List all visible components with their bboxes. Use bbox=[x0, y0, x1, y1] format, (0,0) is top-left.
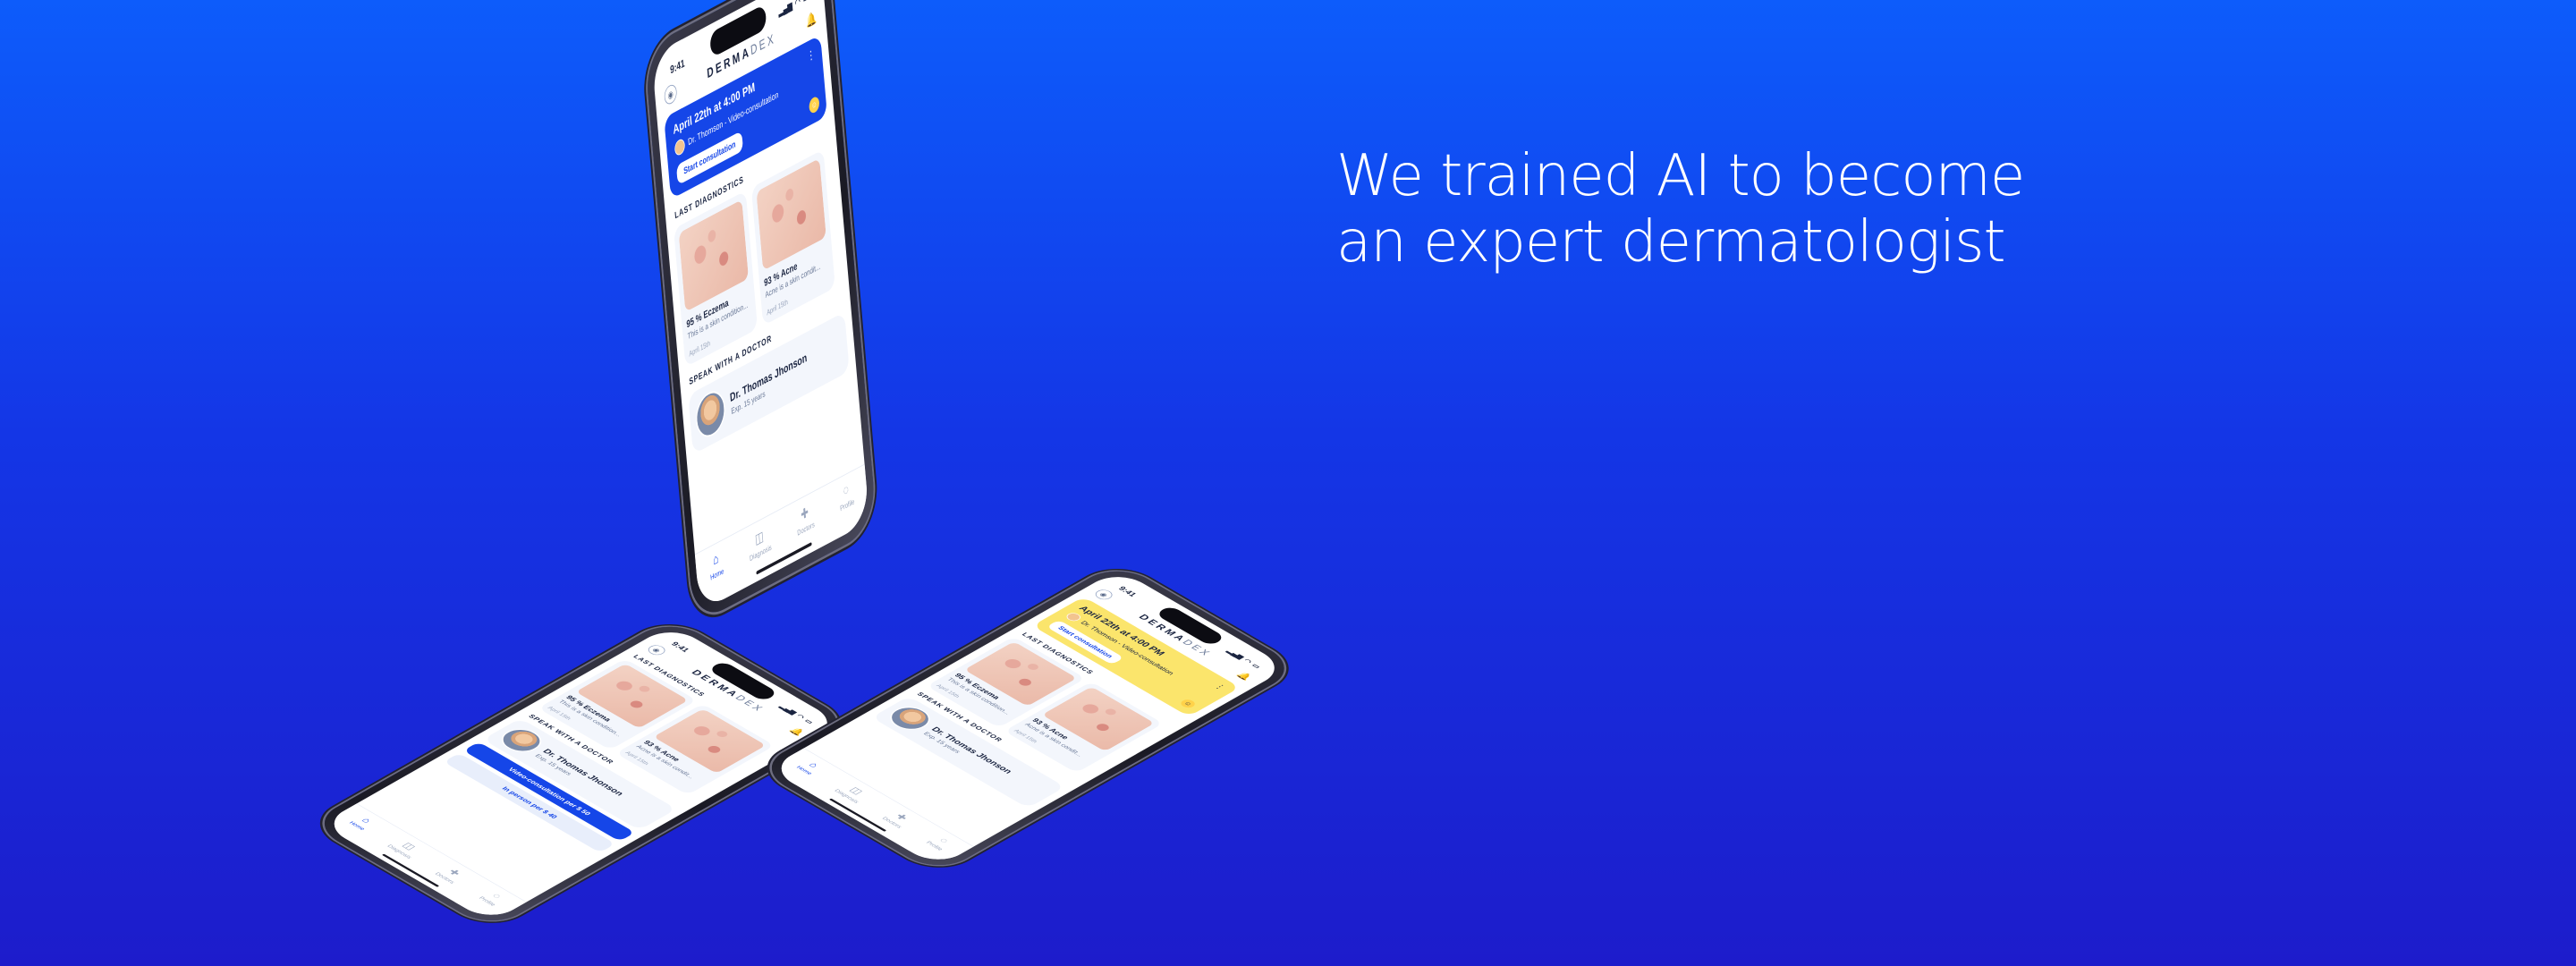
bell-icon[interactable]: 🔔 bbox=[1234, 671, 1254, 682]
user-icon: ◌ bbox=[936, 836, 951, 845]
home-icon: ⌂ bbox=[359, 816, 374, 825]
doctor-avatar bbox=[694, 385, 727, 444]
phone-screen: 9:41 ▂▄▆ ◠ ▭ ◉ DERMADEX 🔔 April 22th at … bbox=[767, 569, 1289, 868]
hero-banner: We trained AI to become an expert dermat… bbox=[0, 0, 2576, 966]
tab-bar: ⌂ Home ◫ Diagnosis ✚ Doctors ◌ Profile bbox=[320, 803, 527, 923]
tab-profile[interactable]: ◌ Profile bbox=[911, 834, 955, 860]
tab-bar: ⌂ Home ◫ Diagnosis ✚ Doctors ◌ Profile bbox=[767, 748, 974, 868]
phone-screen: 9:41 ▂▄▆ ◠ ▭ ◉ DERMADEX 🔔 April 22th at … bbox=[651, 0, 870, 613]
tab-home[interactable]: ⌂ Home bbox=[708, 549, 726, 605]
phone-mockup-center: 9:41 ▂▄▆ ◠ ▭ ◉ DERMADEX 🔔 April 22th at … bbox=[644, 0, 877, 626]
camera-icon: ◫ bbox=[754, 529, 765, 548]
tab-bar: ⌂ Home ◫ Diagnosis ✚ Doctors ◌ Profile bbox=[694, 463, 870, 612]
battery-icon: ▭ bbox=[1250, 662, 1263, 670]
tab-diagnosis[interactable]: ◫ Diagnosis bbox=[748, 524, 774, 584]
smile-icon: ☺ bbox=[1178, 698, 1198, 709]
battery-icon: ▭ bbox=[802, 0, 809, 4]
user-icon: ◌ bbox=[489, 892, 504, 901]
wifi-icon: ◠ bbox=[794, 713, 807, 720]
tab-profile[interactable]: ◌ Profile bbox=[463, 889, 508, 915]
headline: We trained AI to become an expert dermat… bbox=[1336, 143, 2025, 275]
home-icon: ⌂ bbox=[712, 551, 719, 569]
doctor-mini-avatar bbox=[674, 137, 686, 157]
profile-icon[interactable]: ◉ bbox=[664, 81, 678, 107]
user-icon: ◌ bbox=[843, 482, 850, 499]
doctor-name: Dr. Thomas Jhonson bbox=[929, 724, 1015, 775]
wifi-icon: ◠ bbox=[794, 0, 801, 9]
headline-line-1: We trained AI to become bbox=[1336, 143, 2025, 209]
medical-cross-icon: ✚ bbox=[800, 504, 809, 523]
profile-icon[interactable]: ◉ bbox=[644, 643, 669, 657]
tab-profile[interactable]: ◌ Profile bbox=[838, 479, 857, 536]
wifi-icon: ◠ bbox=[1241, 657, 1254, 665]
tab-home[interactable]: ⌂ Home bbox=[334, 814, 377, 839]
bell-icon[interactable]: 🔔 bbox=[787, 726, 807, 737]
home-indicator bbox=[381, 853, 440, 887]
tab-home[interactable]: ⌂ Home bbox=[781, 758, 825, 784]
home-icon: ⌂ bbox=[806, 760, 821, 769]
profile-icon[interactable]: ◉ bbox=[1091, 588, 1116, 602]
bell-icon[interactable]: 🔔 bbox=[805, 10, 818, 30]
phone-frame: 9:41 ▂▄▆ ◠ ▭ ◉ DERMADEX 🔔 April 22th at … bbox=[644, 0, 877, 626]
home-indicator bbox=[828, 798, 887, 832]
headline-line-2: an expert dermatologist bbox=[1336, 209, 2006, 275]
smile-icon: ☺ bbox=[809, 95, 820, 115]
phone-screen: 9:41 ▂▄▆ ◠ ▭ ◉ DERMADEX 🔔 LAST DIAGNOSTI… bbox=[320, 624, 842, 923]
battery-icon: ▭ bbox=[802, 717, 816, 725]
doctor-mini-avatar bbox=[1063, 611, 1084, 623]
